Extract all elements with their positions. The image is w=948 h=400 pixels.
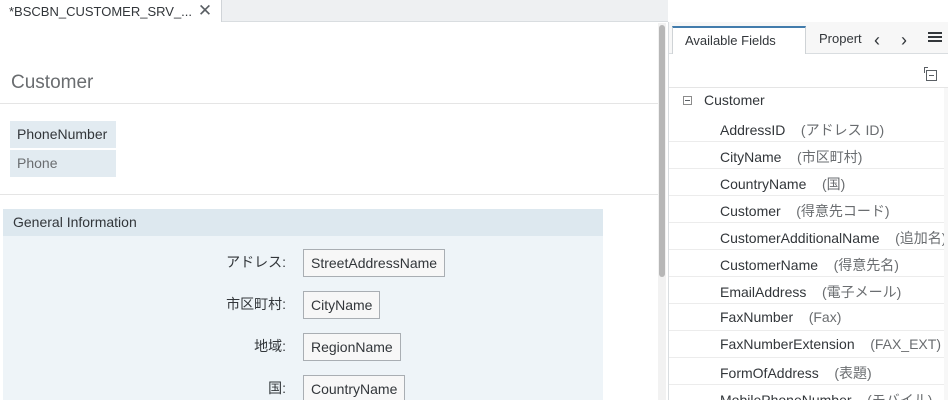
chevron-right-icon[interactable]: › [895,31,913,49]
panel-tabs: Available Fields Properties ‹ › [669,22,948,54]
header-field-phone-number[interactable]: PhoneNumber [10,121,116,148]
field-item[interactable]: FaxNumber (Fax) [669,304,944,331]
field-item[interactable]: EmailAddress (電子メール) [669,277,944,304]
editor-canvas: Customer PhoneNumber Phone General Infor… [0,23,658,400]
form-field[interactable]: RegionName [303,333,401,361]
tree-root[interactable]: Customer [669,88,944,113]
field-item[interactable]: Customer (得意先コード) [669,196,944,223]
tab-available-fields[interactable]: Available Fields [672,26,806,54]
form-label: 国: [268,380,286,396]
field-description: (電子メール) [821,284,902,300]
field-description: (モバイル) [867,392,933,400]
editor-tab[interactable]: *BSCBN_CUSTOMER_SRV_... ✕ [0,0,222,22]
tab-properties[interactable]: Properties [808,26,862,54]
field-name: FaxNumberExtension [720,336,855,352]
field-name: FaxNumber [720,309,794,325]
field-item[interactable]: CustomerAdditionalName (追加名) [669,223,944,250]
form-field[interactable]: CityName [303,291,381,319]
divider [0,194,658,195]
field-item[interactable]: MobilePhoneNumber (モバイル) [669,385,944,400]
form-section[interactable]: General Information アドレス: StreetAddressN… [3,209,603,400]
field-name: CountryName [720,176,807,192]
chevron-left-icon[interactable]: ‹ [868,31,886,49]
field-item[interactable]: AddressID (アドレス ID) [669,115,944,142]
field-description: (得意先コード) [796,203,890,219]
header-field-phone[interactable]: Phone [10,150,116,177]
form-field[interactable]: StreetAddressName [303,249,446,277]
field-name: Customer [720,203,781,219]
close-icon[interactable]: ✕ [197,2,213,19]
field-description: (アドレス ID) [800,122,885,138]
editor-tabstrip: *BSCBN_CUSTOMER_SRV_... ✕ [0,0,668,22]
field-description: (表題) [834,365,872,381]
section-title: General Information [3,209,603,236]
field-name: CityName [720,149,782,165]
field-item[interactable]: FormOfAddress (表題) [669,358,944,385]
field-name: EmailAddress [720,284,807,300]
field-description: (得意先名) [833,257,899,273]
fields-panel: Available Fields Properties ‹ › Customer… [668,22,948,400]
field-name: FormOfAddress [720,365,819,381]
panel-toolbar [669,58,948,88]
tree-root-label: Customer [704,92,765,108]
menu-icon[interactable] [928,32,942,46]
collapse-all-icon[interactable] [924,67,938,81]
field-description: (追加名) [895,230,944,246]
form-field[interactable]: CountryName [303,375,406,400]
field-description: (国) [821,176,846,192]
canvas-scrollbar[interactable] [658,23,666,400]
editor-tab-label: *BSCBN_CUSTOMER_SRV_... [9,3,193,19]
panel-scrollbar[interactable] [944,88,948,400]
scrollbar-thumb[interactable] [659,25,665,277]
form-label: 地域: [254,338,286,354]
field-description: (FAX_EXT) [870,336,941,352]
field-description: (Fax) [808,309,842,325]
page-title: Customer [11,72,94,93]
field-item[interactable]: CityName (市区町村) [669,142,944,169]
field-item[interactable]: CountryName (国) [669,169,944,196]
field-name: CustomerAdditionalName [720,230,880,246]
field-item[interactable]: FaxNumberExtension (FAX_EXT) [669,331,944,358]
field-name: CustomerName [720,257,819,273]
field-description: (市区町村) [797,149,863,165]
minus-square-icon[interactable] [683,96,692,105]
field-name: AddressID [720,122,786,138]
divider [0,103,658,104]
field-item[interactable]: CustomerName (得意先名) [669,250,944,277]
form-label: 市区町村: [226,296,286,312]
field-name: MobilePhoneNumber [720,392,852,400]
form-label: アドレス: [226,254,286,270]
field-list: AddressID (アドレス ID) CityName (市区町村) Coun… [669,115,944,400]
